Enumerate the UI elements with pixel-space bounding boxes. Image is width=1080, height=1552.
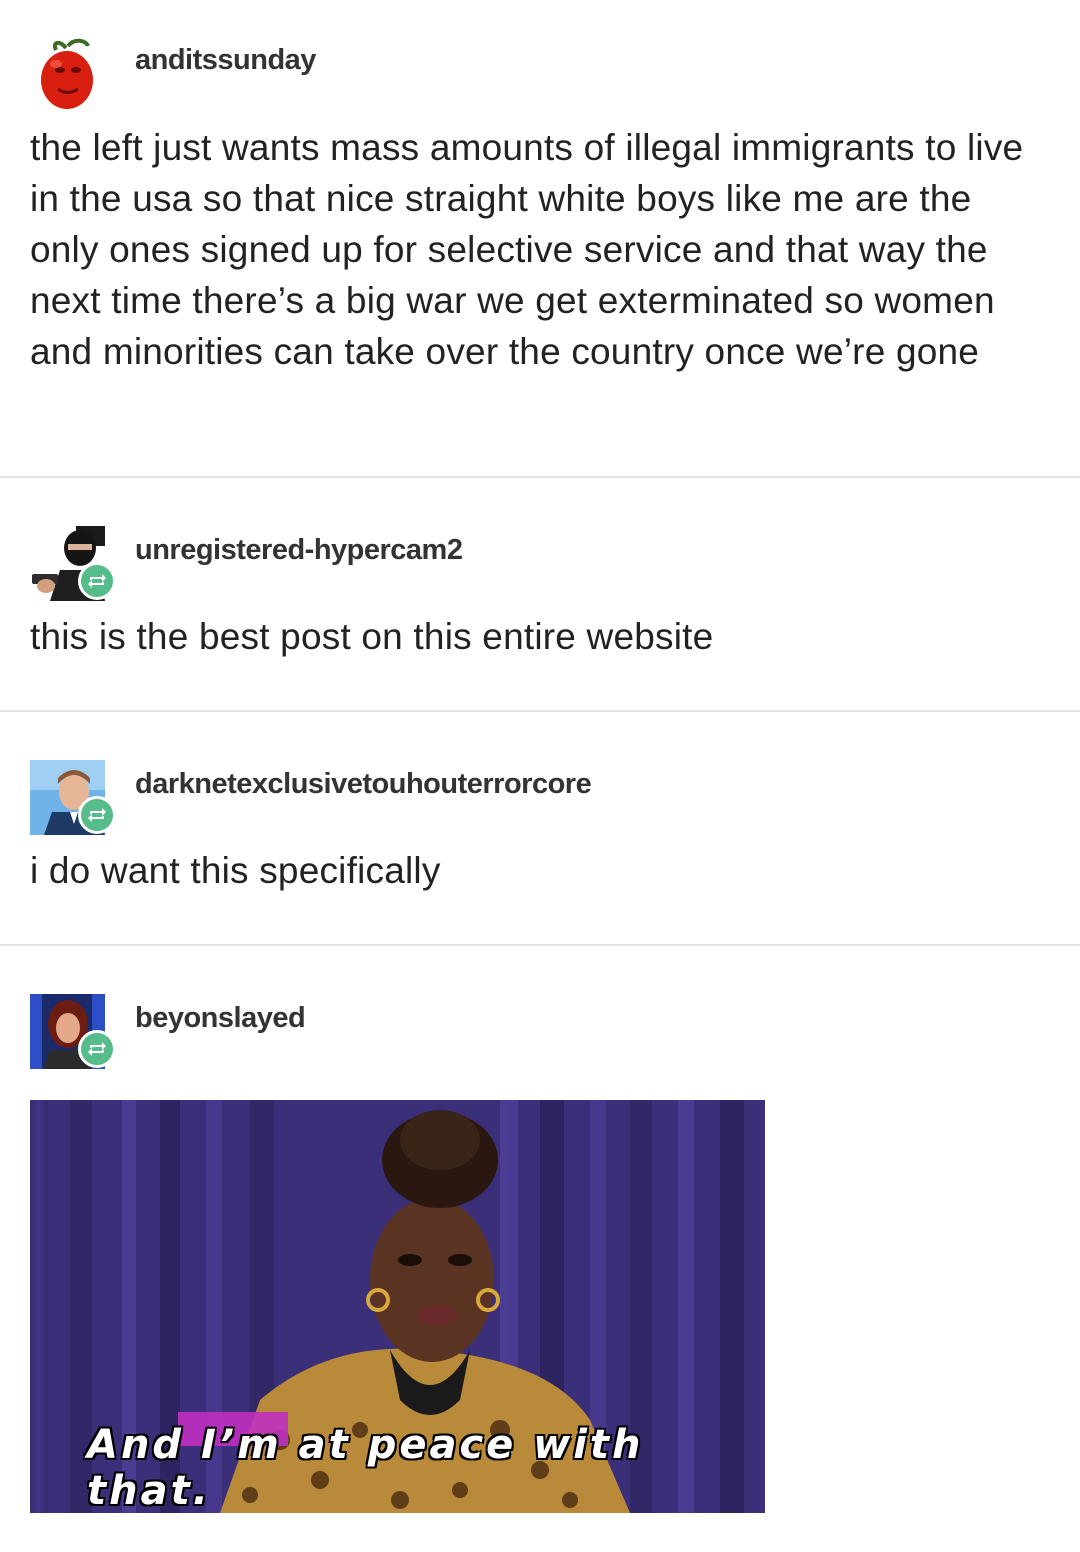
avatar-anditssunday[interactable]	[30, 34, 105, 109]
post-body-text: the left just wants mass amounts of ille…	[30, 127, 1024, 372]
reblog-comment: darknetexclusivetouhouterrorcore i do wa…	[0, 712, 1080, 944]
post-body-text: this is the best post on this entire web…	[30, 616, 714, 657]
username[interactable]: beyonslayed	[135, 1002, 306, 1035]
username[interactable]: anditssunday	[135, 44, 316, 77]
reblog-icon	[78, 796, 116, 834]
gif-caption: And I’m at peace with that.	[87, 1422, 644, 1513]
avatar-darknetexclusivetouhouterrorcore[interactable]	[30, 760, 116, 835]
post-original: anditssunday the left just wants mass am…	[0, 0, 1080, 477]
username[interactable]: unregistered-hypercam2	[135, 534, 463, 567]
reaction-gif[interactable]: And I’m at peace with that.	[30, 1100, 765, 1513]
avatar-beyonslayed[interactable]	[30, 994, 116, 1069]
post-body-text: i do want this specifically	[30, 850, 441, 891]
reblog-comment: unregistered-hypercam2 this is the best …	[0, 478, 1080, 710]
tumblr-post-thread: anditssunday the left just wants mass am…	[0, 0, 1080, 1552]
reblog-icon	[78, 562, 116, 600]
username[interactable]: darknetexclusivetouhouterrorcore	[135, 768, 592, 801]
avatar-unregistered-hypercam2[interactable]	[30, 526, 116, 601]
red-pepper-face-avatar	[30, 34, 105, 109]
reblog-icon	[78, 1030, 116, 1068]
